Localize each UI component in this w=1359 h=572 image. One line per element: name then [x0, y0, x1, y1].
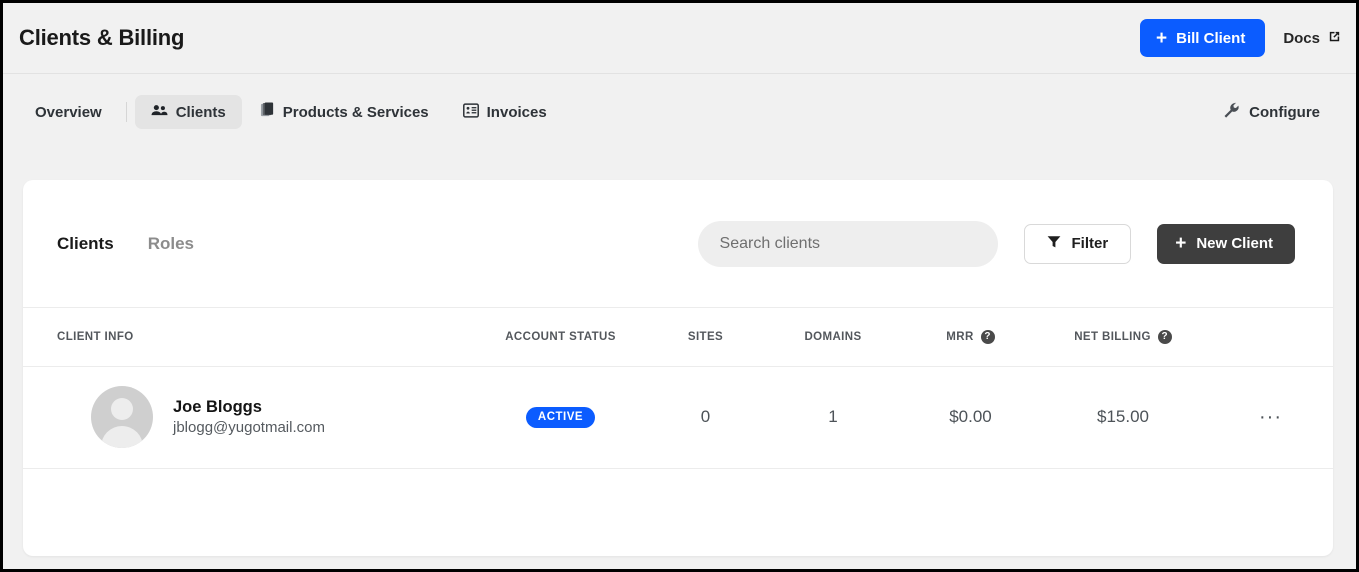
tab-clients-label: Clients: [176, 104, 226, 121]
avatar-body: [101, 426, 143, 448]
net-billing-value: $15.00: [1097, 407, 1149, 426]
page-header: Clients & Billing + Bill Client Docs: [3, 3, 1356, 74]
column-header-account-status: Account Status: [473, 308, 648, 366]
docs-link[interactable]: Docs: [1283, 29, 1342, 48]
avatar: [91, 386, 153, 448]
mrr-value: $0.00: [949, 407, 992, 426]
bill-client-label: Bill Client: [1176, 30, 1245, 47]
column-label: Client Info: [57, 331, 134, 343]
cell-sites: 0: [648, 366, 763, 468]
tab-invoices-label: Invoices: [487, 104, 547, 121]
people-icon: [151, 103, 168, 121]
client-identity: Joe Bloggs jblogg@yugotmail.com: [173, 396, 325, 439]
help-icon-mrr[interactable]: ?: [981, 330, 995, 344]
sub-tab-clients[interactable]: Clients: [57, 234, 114, 254]
book-icon: [260, 102, 275, 122]
tab-overview-label: Overview: [35, 104, 102, 121]
column-header-client-info: Client Info: [23, 308, 473, 366]
tab-products-label: Products & Services: [283, 104, 429, 121]
new-client-button[interactable]: + New Client: [1157, 224, 1295, 264]
column-header-mrr: MRR ?: [903, 308, 1038, 366]
new-client-label: New Client: [1196, 235, 1273, 252]
table-row[interactable]: Joe Bloggs jblogg@yugotmail.com ACTIVE 0…: [23, 366, 1333, 468]
header-actions: + Bill Client Docs: [1140, 19, 1342, 57]
filter-button[interactable]: Filter: [1024, 224, 1132, 264]
app-window: Clients & Billing + Bill Client Docs Ove…: [3, 3, 1356, 569]
avatar-head: [111, 398, 133, 420]
column-header-actions: [1208, 308, 1333, 366]
column-header-net-billing: Net Billing ?: [1038, 308, 1208, 366]
bill-client-button[interactable]: + Bill Client: [1140, 19, 1265, 57]
nav-tabs: Overview Clients: [19, 95, 563, 129]
column-header-domains: Domains: [763, 308, 903, 366]
card-toolbar: Clients Roles Filter + New Client: [23, 180, 1333, 308]
client-email: jblogg@yugotmail.com: [173, 418, 325, 438]
column-header-sites: Sites: [648, 308, 763, 366]
nav-bar: Overview Clients: [3, 74, 1356, 150]
nav-divider: [126, 102, 127, 122]
tab-products-services[interactable]: Products & Services: [244, 95, 445, 129]
row-overflow-menu-button[interactable]: ···: [1259, 406, 1282, 428]
client-name: Joe Bloggs: [173, 396, 325, 418]
invoice-icon: [463, 103, 479, 122]
status-badge: ACTIVE: [526, 407, 595, 428]
column-label: Account Status: [505, 331, 616, 343]
column-label: MRR: [946, 331, 973, 343]
cell-mrr: $0.00: [903, 366, 1038, 468]
tab-overview[interactable]: Overview: [19, 95, 118, 129]
search-input[interactable]: [698, 221, 998, 267]
tab-clients[interactable]: Clients: [135, 95, 242, 129]
tab-invoices[interactable]: Invoices: [447, 95, 563, 129]
column-label: Sites: [688, 331, 723, 343]
cell-client-info: Joe Bloggs jblogg@yugotmail.com: [23, 366, 473, 468]
configure-link[interactable]: Configure: [1223, 102, 1342, 123]
configure-label: Configure: [1249, 104, 1320, 121]
help-icon-net-billing[interactable]: ?: [1158, 330, 1172, 344]
docs-label: Docs: [1283, 30, 1320, 47]
clients-card: Clients Roles Filter + New Client: [23, 180, 1333, 556]
clients-table: Client Info Account Status Sites: [23, 308, 1333, 469]
page-title: Clients & Billing: [19, 25, 184, 51]
filter-label: Filter: [1072, 235, 1109, 252]
wrench-icon: [1223, 102, 1240, 123]
cell-row-actions: ···: [1208, 366, 1333, 468]
table-header-row: Client Info Account Status Sites: [23, 308, 1333, 366]
sites-value: 0: [701, 407, 710, 426]
plus-icon: +: [1156, 29, 1167, 48]
filter-icon: [1047, 235, 1061, 253]
sub-tab-roles[interactable]: Roles: [148, 234, 194, 254]
card-sub-tabs: Clients Roles: [57, 234, 194, 254]
cell-account-status: ACTIVE: [473, 366, 648, 468]
toolbar-actions: Filter + New Client: [698, 221, 1295, 267]
cell-domains: 1: [763, 366, 903, 468]
plus-icon: +: [1175, 234, 1186, 253]
column-label: Domains: [804, 331, 861, 343]
domains-value: 1: [828, 407, 837, 426]
cell-net-billing: $15.00: [1038, 366, 1208, 468]
external-link-icon: [1327, 29, 1342, 48]
column-label: Net Billing: [1074, 331, 1151, 343]
